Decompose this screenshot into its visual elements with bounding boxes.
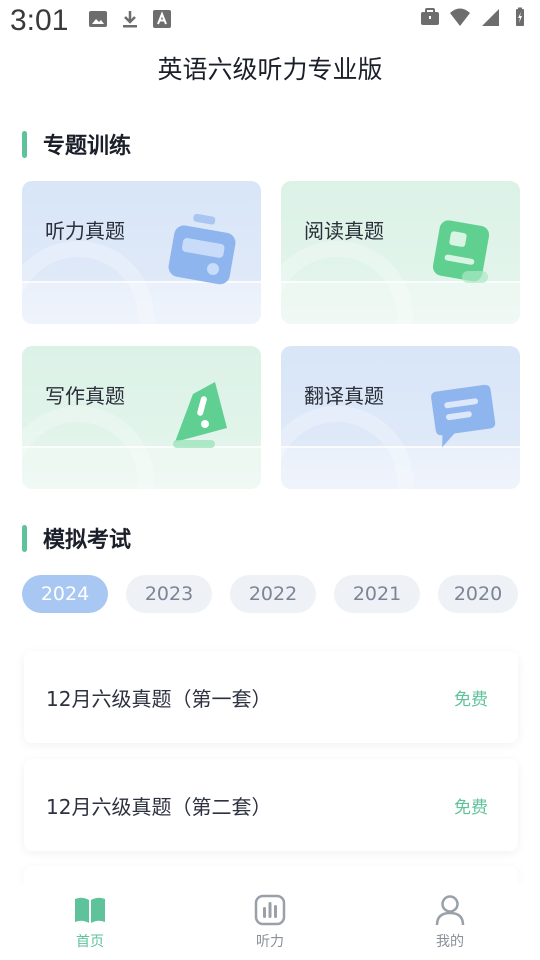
- briefcase-icon: [421, 8, 439, 25]
- section-topics-header: 专题训练: [22, 128, 131, 160]
- tab-label: 听力: [256, 934, 284, 950]
- year-pill-2021[interactable]: 2021: [334, 575, 420, 613]
- exam-list-item[interactable]: 12月六级真题（第二套） 免费: [24, 759, 518, 851]
- status-time: 3:01: [10, 4, 69, 37]
- section-topics-title: 专题训练: [43, 134, 132, 159]
- year-pill-2024[interactable]: 2024: [22, 575, 108, 613]
- exam-title: 12月六级真题（第一套）: [46, 686, 272, 711]
- card-listening[interactable]: 听力真题: [22, 181, 261, 324]
- card-label: 写作真题: [45, 384, 125, 408]
- battery-icon: [516, 7, 524, 26]
- section-mock-title: 模拟考试: [43, 528, 132, 553]
- reading-card-icon: [432, 220, 490, 283]
- card-label: 听力真题: [45, 219, 125, 243]
- free-badge: 免费: [454, 797, 488, 818]
- audio-bars-icon: [254, 894, 286, 926]
- tab-listening[interactable]: 听力: [180, 885, 360, 960]
- card-reading[interactable]: 阅读真题: [281, 181, 520, 324]
- free-badge: 免费: [454, 689, 488, 710]
- card-label: 翻译真题: [304, 384, 384, 408]
- person-icon: [435, 895, 465, 926]
- year-pill-2022[interactable]: 2022: [230, 575, 316, 613]
- card-writing[interactable]: 写作真题: [22, 346, 261, 489]
- status-bar: 3:01: [0, 0, 540, 40]
- pen-exclamation-icon: [173, 382, 227, 448]
- radio-icon: [168, 213, 236, 285]
- tab-label: 首页: [76, 934, 104, 950]
- tab-home[interactable]: 首页: [0, 885, 180, 960]
- page-title: 英语六级听力专业版: [157, 55, 383, 84]
- tab-label: 我的: [436, 934, 464, 950]
- signal-icon: [482, 9, 499, 26]
- book-icon: [75, 897, 105, 923]
- section-mock-header: 模拟考试: [22, 522, 131, 554]
- section-accent-bar: [22, 524, 27, 552]
- font-a-icon: [153, 10, 171, 28]
- year-filter: 2024 2023 2022 2021 2020: [22, 575, 518, 613]
- exam-list-item[interactable]: 12月六级真题（第一套） 免费: [24, 651, 518, 743]
- wifi-icon: [450, 8, 470, 26]
- download-icon: [123, 11, 137, 28]
- image-icon: [89, 11, 107, 27]
- bottom-tab-bar: 首页 听力 我的: [0, 885, 540, 960]
- chat-bubble-icon: [431, 384, 496, 448]
- card-translation[interactable]: 翻译真题: [281, 346, 520, 489]
- year-pill-2023[interactable]: 2023: [126, 575, 212, 613]
- year-pill-2020[interactable]: 2020: [438, 575, 518, 613]
- tab-profile[interactable]: 我的: [360, 885, 540, 960]
- section-accent-bar: [22, 130, 27, 158]
- card-label: 阅读真题: [304, 219, 384, 243]
- exam-title: 12月六级真题（第二套）: [46, 794, 272, 819]
